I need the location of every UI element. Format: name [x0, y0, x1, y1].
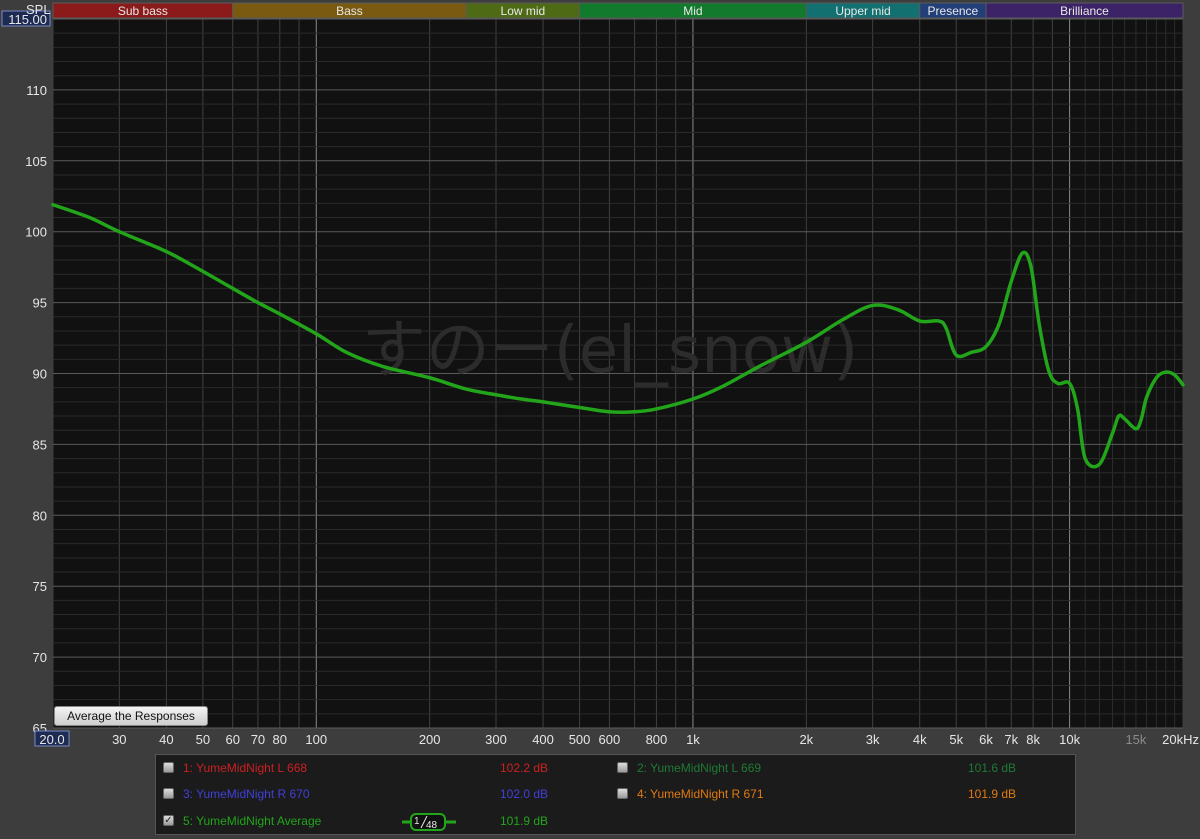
legend-label-5: 5: YumeMidNight Average: [183, 814, 322, 828]
y-tick-label: 75: [33, 579, 47, 594]
legend-label-1: 1: YumeMidNight L 668: [183, 761, 308, 775]
band-label-1: Bass: [336, 4, 363, 18]
x-tick-label: 100: [305, 732, 327, 747]
smoothing-control[interactable]: 1 48: [402, 813, 456, 831]
legend-checkbox-4[interactable]: [617, 788, 628, 799]
y-tick-label: 85: [33, 437, 47, 452]
y-tick-label: 80: [33, 508, 47, 523]
legend-checkbox-2[interactable]: [617, 762, 628, 773]
x-tick-label: 80: [273, 732, 287, 747]
x-tick-label: 20kHz: [1162, 732, 1199, 747]
smoothing-numerator: 1: [414, 816, 420, 827]
x-tick-label: 10k: [1059, 732, 1080, 747]
band-label-4: Upper mid: [835, 4, 890, 18]
legend-value-3: 102.0 dB: [500, 787, 549, 801]
x-tick-label: 3k: [866, 732, 880, 747]
x-tick-label: 15k: [1125, 732, 1146, 747]
band-label-2: Low mid: [501, 4, 546, 18]
x-tick-label: 2k: [799, 732, 813, 747]
x-tick-label: 4k: [913, 732, 927, 747]
x-tick-label: 7k: [1004, 732, 1018, 747]
x-tick-label: 70: [251, 732, 265, 747]
x-tick-label: 40: [159, 732, 173, 747]
band-label-0: Sub bass: [118, 4, 168, 18]
x-tick-label: 1k: [686, 732, 700, 747]
x-tick-label: 5k: [949, 732, 963, 747]
x-tick-label: 600: [599, 732, 621, 747]
legend-checkbox-5[interactable]: ✓: [163, 815, 174, 826]
legend-checkbox-3[interactable]: [163, 788, 174, 799]
legend-value-2: 101.6 dB: [968, 761, 1017, 775]
y-axis-label: SPL: [26, 2, 51, 17]
frequency-bands: Sub bass Bass Low mid Mid Upper mid Presence B…: [52, 2, 1184, 19]
x-tick-label: 20.0: [39, 732, 64, 747]
smoothing-denominator: 48: [426, 820, 438, 831]
legend-label-4: 4: YumeMidNight R 671: [637, 787, 764, 801]
x-tick-label: 30: [112, 732, 126, 747]
legend-value-5: 101.9 dB: [500, 814, 549, 828]
y-tick-label: 70: [33, 650, 47, 665]
x-tick-label: 8k: [1026, 732, 1040, 747]
average-responses-button[interactable]: Average the Responses: [54, 706, 208, 726]
x-tick-label: 500: [569, 732, 591, 747]
legend-panel: 1: YumeMidNight L 668 102.2 dB 2: YumeMi…: [155, 754, 1076, 835]
legend-value-1: 102.2 dB: [500, 761, 549, 775]
x-tick-label: 400: [532, 732, 554, 747]
x-tick-label: 6k: [979, 732, 993, 747]
y-tick-label: 110: [26, 83, 47, 98]
y-tick-label: 105: [25, 154, 47, 169]
legend-label-2: 2: YumeMidNight L 669: [637, 761, 762, 775]
y-tick-label: 100: [25, 225, 47, 240]
legend-checkbox-1[interactable]: [163, 762, 174, 773]
frequency-response-chart: Sub bass Bass Low mid Mid Upper mid Presence B…: [0, 0, 1200, 752]
x-tick-label: 800: [646, 732, 668, 747]
watermark: すのー(el_snow): [362, 314, 859, 388]
x-tick-label: 200: [419, 732, 441, 747]
y-tick-label: 90: [33, 367, 47, 382]
x-tick-label: 50: [196, 732, 210, 747]
legend-label-3: 3: YumeMidNight R 670: [183, 787, 310, 801]
band-label-6: Brilliance: [1060, 4, 1109, 18]
band-label-3: Mid: [683, 4, 702, 18]
band-label-5: Presence: [928, 4, 979, 18]
x-tick-label: 60: [225, 732, 239, 747]
y-tick-label: 95: [33, 296, 47, 311]
x-tick-label: 300: [485, 732, 507, 747]
legend-value-4: 101.9 dB: [968, 787, 1017, 801]
